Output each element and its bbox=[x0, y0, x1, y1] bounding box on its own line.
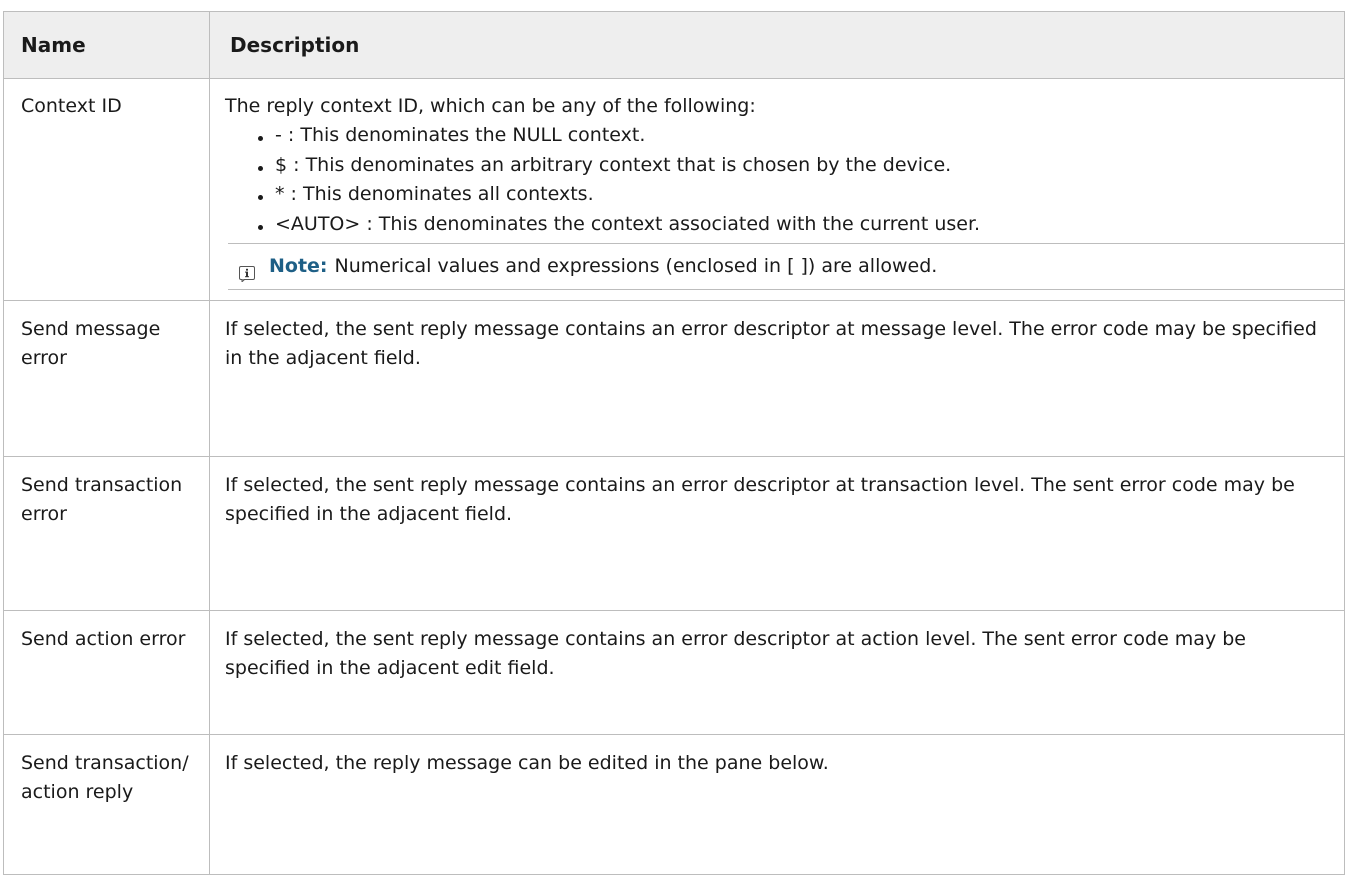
bullet-icon bbox=[258, 165, 263, 171]
list-item: * : This denominates all contexts. bbox=[258, 180, 1334, 210]
list-item: - : This denominates the NULL context. bbox=[258, 121, 1334, 151]
table-row: Send transaction/ action reply If select… bbox=[3, 734, 1345, 875]
description-column-header: Description bbox=[209, 11, 1345, 79]
note-text: Numerical values and expressions (enclos… bbox=[334, 255, 938, 277]
table-row: Send action error If selected, the sent … bbox=[3, 610, 1345, 735]
parameter-name: Send message error bbox=[3, 300, 210, 457]
description-text: The reply context ID, which can be any o… bbox=[225, 95, 756, 117]
name-column-header: Name bbox=[3, 11, 210, 79]
parameter-name: Send action error bbox=[3, 610, 210, 735]
parameter-name: Send transaction/ action reply bbox=[3, 734, 210, 875]
bullet-icon bbox=[258, 136, 263, 141]
bullet-icon bbox=[258, 195, 263, 200]
bullet-icon bbox=[258, 224, 263, 230]
table-row: Context ID The reply context ID, which c… bbox=[3, 78, 1345, 301]
parameter-table: Name Description Context ID The reply co… bbox=[3, 11, 1345, 875]
parameter-description: If selected, the sent reply message cont… bbox=[209, 610, 1345, 735]
note-box: Note: Numerical values and expressions (… bbox=[228, 243, 1344, 290]
list-item-text: $ : This denominates an arbitrary contex… bbox=[275, 153, 952, 176]
parameter-name: Context ID bbox=[3, 78, 210, 301]
parameter-description: If selected, the sent reply message cont… bbox=[209, 456, 1345, 611]
table-row: Send message error If selected, the sent… bbox=[3, 300, 1345, 457]
context-options-list: - : This denominates the NULL context. $… bbox=[225, 121, 1334, 239]
parameter-description: If selected, the reply message can be ed… bbox=[209, 734, 1345, 875]
table-header-row: Name Description bbox=[3, 11, 1345, 79]
table-row: Send transaction error If selected, the … bbox=[3, 456, 1345, 611]
parameter-description: The reply context ID, which can be any o… bbox=[209, 78, 1345, 301]
parameter-name: Send transaction error bbox=[3, 456, 210, 611]
list-item: $ : This denominates an arbitrary contex… bbox=[258, 151, 1334, 181]
note-label: Note: bbox=[269, 255, 328, 277]
info-icon bbox=[239, 262, 255, 283]
list-item-text: * : This denominates all contexts. bbox=[275, 183, 594, 205]
list-item: <AUTO> : This denominates the context as… bbox=[258, 210, 1334, 240]
list-item-text: - : This denominates the NULL context. bbox=[275, 124, 646, 146]
list-item-text: <AUTO> : This denominates the context as… bbox=[275, 212, 981, 235]
parameter-description: If selected, the sent reply message cont… bbox=[209, 300, 1345, 457]
